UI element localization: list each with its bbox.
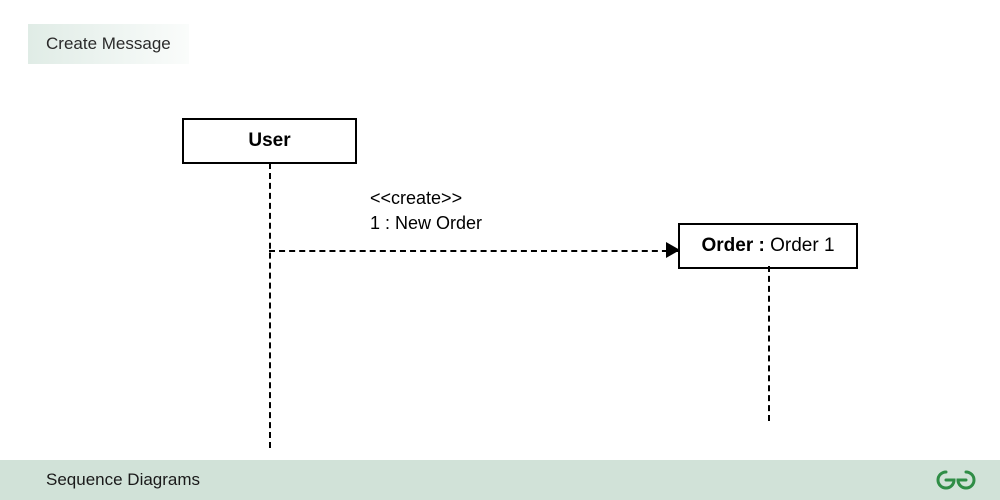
lifeline-order <box>768 266 770 421</box>
message-text: 1 : New Order <box>370 211 482 236</box>
actor-order-instance: Order 1 <box>770 235 834 256</box>
create-message-line <box>269 250 678 252</box>
message-stereotype: <<create>> <box>370 186 482 211</box>
footer-bar: Sequence Diagrams <box>0 460 1000 500</box>
footer-caption: Sequence Diagrams <box>46 470 200 490</box>
actor-box-order: Order : Order 1 <box>678 223 858 269</box>
actor-box-user: User <box>182 118 357 164</box>
actor-order-type: Order : <box>701 235 770 256</box>
create-message-label: <<create>> 1 : New Order <box>370 186 482 236</box>
diagram-title-label: Create Message <box>28 24 189 64</box>
lifeline-user <box>269 163 271 448</box>
arrowhead-icon <box>666 242 680 258</box>
geeksforgeeks-logo-icon <box>936 469 976 491</box>
